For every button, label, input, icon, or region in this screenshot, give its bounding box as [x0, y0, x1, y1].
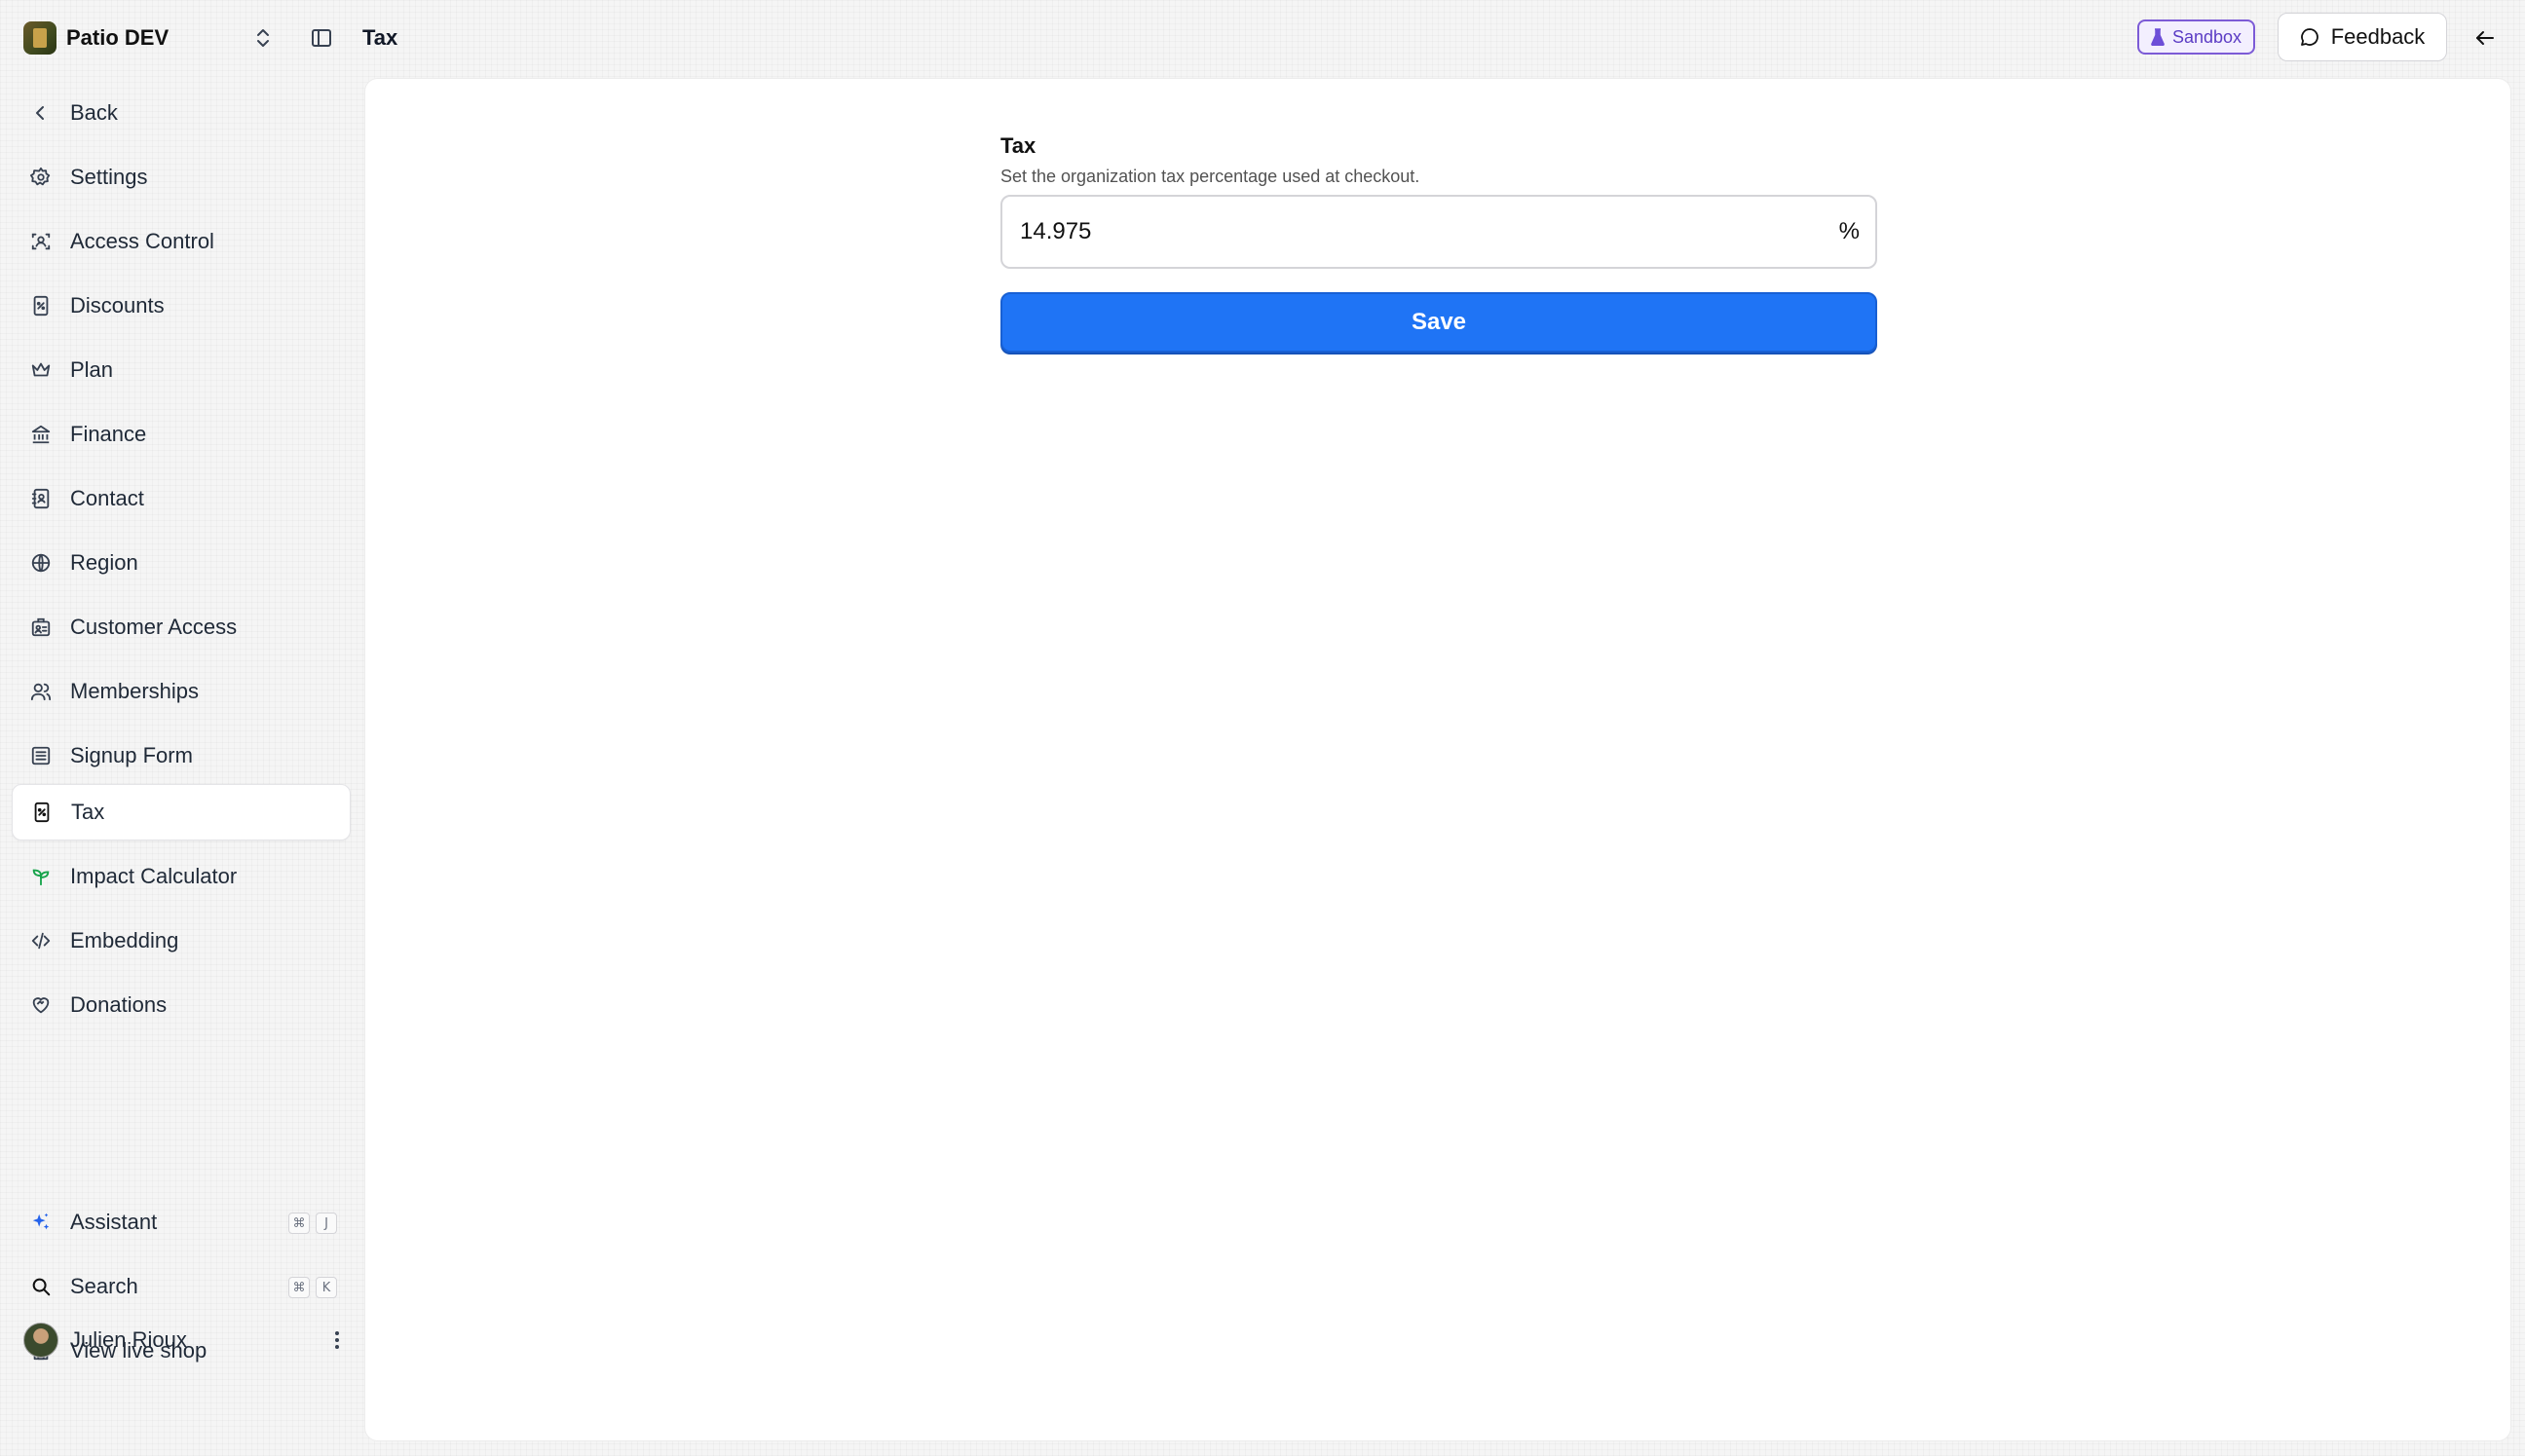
sidebar-item-label: Access Control	[70, 229, 214, 253]
sidebar-item-contact[interactable]: Contact	[12, 470, 351, 527]
chevrons-up-down-icon[interactable]	[251, 25, 275, 51]
form-icon	[29, 744, 53, 767]
sidebar-item-label: Donations	[70, 992, 168, 1017]
sprout-icon	[29, 865, 53, 888]
page-title: Tax	[362, 25, 398, 50]
arrow-left-icon[interactable]	[2468, 21, 2502, 55]
sidebar-back[interactable]: Back	[12, 85, 351, 141]
sidebar-item-region[interactable]: Region	[12, 535, 351, 591]
org-switcher[interactable]: Patio DEV	[23, 19, 169, 57]
more-vertical-icon[interactable]	[323, 1326, 351, 1354]
tax-field-help: Set the organization tax percentage used…	[1000, 167, 1420, 186]
assistant-shortcut: ⌘ J	[288, 1213, 337, 1234]
heart-handshake-icon	[29, 993, 53, 1017]
sidebar-toggle-icon[interactable]	[308, 25, 335, 51]
tax-percentage-input[interactable]	[1002, 197, 1801, 267]
sidebar-item-label: Finance	[70, 422, 147, 446]
sidebar-item-label: Assistant	[70, 1210, 158, 1234]
sidebar-item-customer-access[interactable]: Customer Access	[12, 599, 351, 655]
sidebar-item-label: Contact	[70, 486, 144, 510]
tax-form: Tax Set the organization tax percentage …	[1000, 133, 1877, 353]
sidebar-item-plan[interactable]: Plan	[12, 342, 351, 398]
id-card-icon	[29, 616, 53, 639]
sidebar-item-impact-calculator[interactable]: Impact Calculator	[12, 848, 351, 905]
percent-suffix: %	[1838, 218, 1860, 244]
bank-icon	[29, 423, 53, 446]
receipt-percent-icon	[30, 801, 54, 824]
top-bar: Patio DEV Tax Sandbox Feedback	[0, 0, 2525, 76]
sidebar-item-label: Search	[70, 1274, 138, 1298]
main-panel: Tax Set the organization tax percentage …	[364, 78, 2511, 1441]
sidebar-item-label: Memberships	[70, 679, 200, 703]
sidebar-item-discounts[interactable]: Discounts	[12, 278, 351, 334]
sidebar-item-label: Back	[70, 100, 118, 125]
message-circle-icon	[2300, 28, 2318, 46]
tax-field-label: Tax	[1000, 133, 1036, 158]
sidebar-item-label: Discounts	[70, 293, 165, 317]
sidebar-item-label: Embedding	[70, 928, 179, 952]
sidebar-item-label: Settings	[70, 165, 148, 189]
users-icon	[29, 680, 53, 703]
avatar	[23, 1323, 58, 1358]
receipt-percent-icon	[29, 294, 53, 317]
user-profile[interactable]: Julien Rioux	[23, 1319, 351, 1362]
org-logo	[23, 21, 57, 55]
contact-book-icon	[29, 487, 53, 510]
sandbox-label: Sandbox	[2172, 26, 2242, 47]
chevron-left-icon	[29, 101, 53, 125]
sidebar-item-settings[interactable]: Settings	[12, 149, 351, 205]
sidebar-item-signup-form[interactable]: Signup Form	[12, 728, 351, 784]
flask-icon	[2151, 28, 2165, 46]
code-icon	[29, 929, 53, 952]
sidebar-item-label: Signup Form	[70, 743, 193, 767]
globe-icon	[29, 551, 53, 575]
sidebar-item-label: Impact Calculator	[70, 864, 238, 888]
kbd-key: J	[316, 1213, 337, 1234]
user-scan-icon	[29, 230, 53, 253]
sidebar-item-label: Plan	[70, 357, 114, 382]
sidebar-item-donations[interactable]: Donations	[12, 977, 351, 1033]
kbd-key: ⌘	[288, 1277, 310, 1298]
sidebar-item-access-control[interactable]: Access Control	[12, 213, 351, 270]
sidebar-item-search[interactable]: Search ⌘ K	[12, 1258, 351, 1315]
gear-icon	[29, 166, 53, 189]
sparkles-icon	[29, 1211, 53, 1234]
sandbox-badge[interactable]: Sandbox	[2137, 19, 2256, 55]
tax-input-wrapper: %	[1000, 195, 1877, 269]
sidebar-item-tax[interactable]: Tax	[12, 784, 351, 840]
search-shortcut: ⌘ K	[288, 1277, 337, 1298]
sidebar-item-memberships[interactable]: Memberships	[12, 663, 351, 720]
kbd-key: ⌘	[288, 1213, 310, 1234]
sidebar-item-finance[interactable]: Finance	[12, 406, 351, 463]
sidebar: Back Settings Access Control Discounts P…	[0, 76, 362, 1456]
user-name: Julien Rioux	[70, 1327, 187, 1352]
save-button[interactable]: Save	[1000, 292, 1877, 353]
org-name: Patio DEV	[66, 25, 170, 50]
kbd-key: K	[316, 1277, 337, 1298]
sidebar-item-label: Tax	[71, 800, 105, 824]
feedback-button[interactable]: Feedback	[2278, 13, 2447, 61]
sidebar-item-embedding[interactable]: Embedding	[12, 913, 351, 969]
sidebar-item-assistant[interactable]: Assistant ⌘ J	[12, 1194, 351, 1251]
sidebar-item-label: Region	[70, 550, 138, 575]
feedback-label: Feedback	[2330, 24, 2426, 49]
sidebar-item-label: Customer Access	[70, 615, 238, 639]
crown-icon	[29, 358, 53, 382]
search-icon	[29, 1275, 53, 1298]
